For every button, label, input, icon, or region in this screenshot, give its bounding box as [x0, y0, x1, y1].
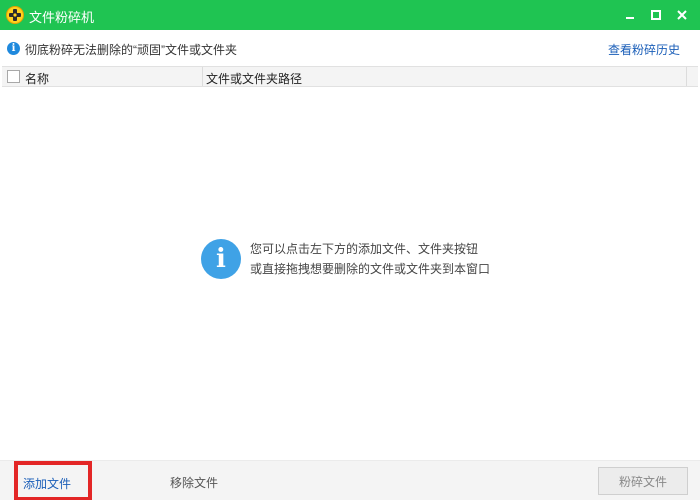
info-bar: i 彻底粉碎无法删除的“顽固”文件或文件夹 查看粉碎历史 [0, 30, 700, 66]
close-icon [677, 10, 687, 20]
empty-hint-line2: 或直接拖拽想要删除的文件或文件夹到本窗口 [250, 262, 491, 276]
minimize-button[interactable] [616, 0, 644, 30]
column-divider[interactable] [686, 67, 687, 86]
column-divider[interactable] [202, 67, 203, 86]
remove-file-button[interactable]: 移除文件 [170, 474, 218, 491]
info-icon: i [7, 42, 20, 55]
maximize-button[interactable] [642, 0, 670, 30]
file-list[interactable]: i 您可以点击左下方的添加文件、文件夹按钮 或直接拖拽想要删除的文件或文件夹到本… [2, 87, 698, 460]
view-history-link[interactable]: 查看粉碎历史 [608, 41, 680, 58]
shred-file-label: 粉碎文件 [618, 474, 667, 489]
add-file-button[interactable]: 添加文件 [14, 461, 92, 500]
title-bar: 文件粉碎机 [0, 0, 700, 30]
select-all-checkbox[interactable] [7, 70, 20, 83]
add-file-label: 添加文件 [23, 477, 72, 491]
minimize-icon [626, 17, 634, 19]
close-button[interactable] [668, 0, 696, 30]
maximize-icon [651, 10, 661, 20]
column-header-path[interactable]: 文件或文件夹路径 [206, 70, 302, 87]
info-text: 彻底粉碎无法删除的“顽固”文件或文件夹 [25, 43, 237, 57]
table-header: 名称 文件或文件夹路径 [2, 66, 698, 87]
empty-hint-line1: 您可以点击左下方的添加文件、文件夹按钮 [250, 242, 479, 256]
column-header-name[interactable]: 名称 [25, 70, 49, 87]
bottom-bar: 添加文件 移除文件 粉碎文件 [0, 460, 700, 500]
window-title: 文件粉碎机 [29, 10, 95, 25]
info-icon: i [201, 239, 241, 279]
shred-file-button[interactable]: 粉碎文件 [598, 467, 688, 495]
app-logo-icon [6, 6, 24, 24]
